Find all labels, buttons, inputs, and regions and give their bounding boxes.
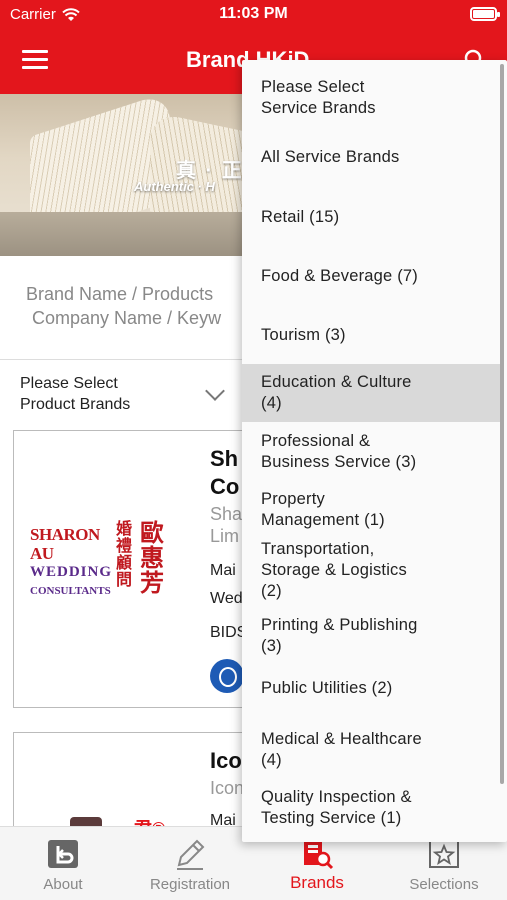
dropdown-item[interactable]: Retail (15)	[242, 191, 500, 243]
service-brands-dropdown[interactable]: Please Select Service Brands All Service …	[242, 60, 507, 842]
dropdown-item[interactable]: Professional & Business Service (3)	[242, 422, 500, 482]
dropdown-item[interactable]: Please Select Service Brands	[242, 72, 500, 124]
banner-english-text: Authentic · H	[134, 179, 215, 194]
logo-english-line1: SHARON AU	[30, 525, 100, 563]
star-icon	[429, 840, 459, 868]
pencil-icon	[177, 839, 205, 870]
tab-brands-label: Brands	[290, 873, 344, 892]
dropdown-item[interactable]: Food & Beverage (7)	[242, 250, 500, 302]
product-brands-select[interactable]: Please Select Product Brands	[20, 373, 235, 417]
status-bar: Carrier 11:03 PM	[0, 0, 507, 30]
dropdown-scrollbar[interactable]	[500, 64, 504, 784]
about-icon	[48, 840, 78, 868]
brand-logo: SHARON AU WEDDING CONSULTANTS 婚禮顧問 歐惠芳	[30, 515, 190, 615]
dropdown-item[interactable]: Printing & Publishing (3)	[242, 608, 500, 664]
dropdown-item[interactable]: Education & Culture (4)	[242, 364, 500, 422]
tab-registration[interactable]: Registration	[127, 827, 253, 900]
dropdown-item[interactable]: All Service Brands	[242, 137, 500, 177]
logo-english-line3: CONSULTANTS	[30, 585, 111, 597]
logo-chinese-small: 婚禮顧問	[116, 521, 133, 589]
dropdown-item[interactable]: Medical & Healthcare (4)	[242, 722, 500, 778]
tab-about[interactable]: About	[0, 827, 126, 900]
bids-badge-icon	[210, 659, 244, 693]
hamburger-menu-button[interactable]	[22, 50, 48, 70]
tab-about-label: About	[43, 876, 83, 893]
dropdown-item[interactable]: Tourism (3)	[242, 309, 500, 361]
dropdown-item[interactable]: Public Utilities (2)	[242, 668, 500, 708]
brands-icon	[304, 841, 334, 870]
battery-icon	[470, 7, 500, 21]
tab-registration-label: Registration	[149, 876, 231, 893]
logo-chinese-large: 歐惠芳	[140, 520, 164, 597]
tab-selections-label: Selections	[409, 876, 479, 893]
dropdown-item[interactable]: Quality Inspection & Testing Service (1)	[242, 780, 500, 836]
clock: 11:03 PM	[219, 5, 288, 22]
logo-english: SHARON AU WEDDING CONSULTANTS	[30, 525, 114, 601]
logo-english-line2: WEDDING	[30, 564, 113, 580]
dropdown-item[interactable]: Property Management (1)	[242, 482, 500, 538]
dropdown-item[interactable]: Transportation, Storage & Logistics (2)	[242, 536, 500, 604]
